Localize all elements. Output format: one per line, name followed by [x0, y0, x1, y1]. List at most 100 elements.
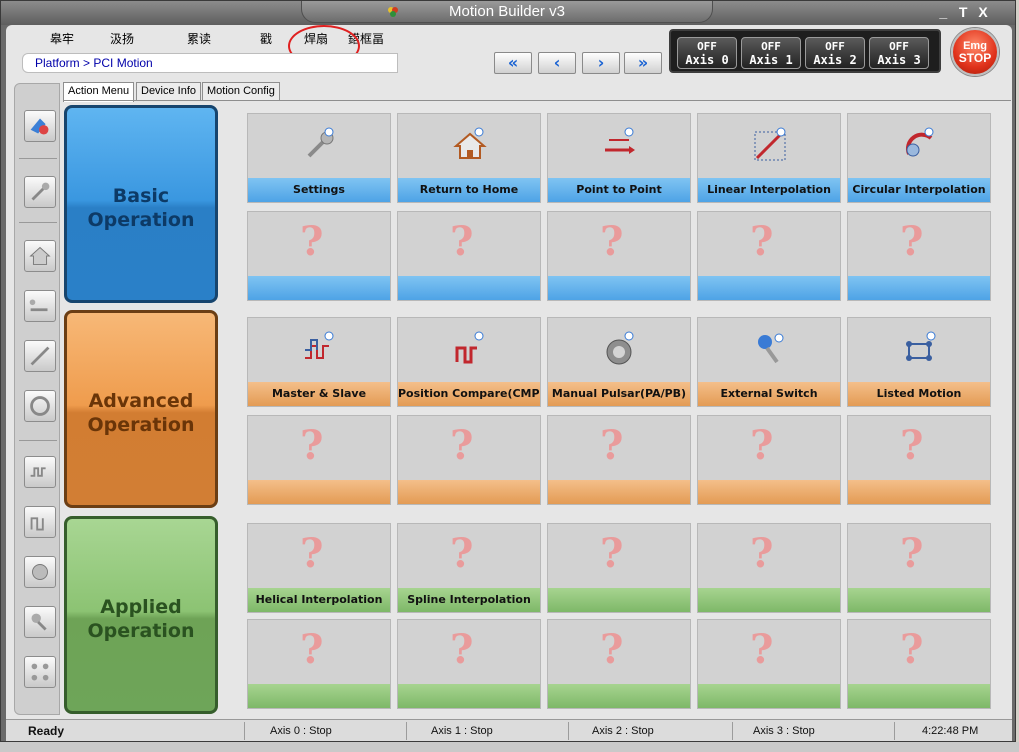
tile-master-slave-label: Master & Slave: [248, 382, 390, 406]
category-basic-operation[interactable]: Basic Operation: [64, 105, 218, 303]
tile-empty[interactable]: ?: [397, 211, 541, 301]
axis-1-label: Axis 1: [749, 53, 793, 67]
axis-0-state: OFF: [697, 40, 717, 53]
close-button[interactable]: X: [977, 4, 991, 20]
status-axis-1: Axis 1 : Stop: [431, 725, 493, 737]
axis-2-toggle[interactable]: OFF Axis 2: [805, 37, 865, 69]
nav-prev-button[interactable]: ‹: [538, 52, 576, 74]
axis-0-toggle[interactable]: OFF Axis 0: [677, 37, 737, 69]
maximize-button[interactable]: T: [957, 4, 971, 20]
window-controls: _ T X: [937, 4, 991, 20]
menu-item-5[interactable]: 焊扇: [304, 30, 328, 47]
category-applied-operation[interactable]: Applied Operation: [64, 516, 218, 714]
tile-empty[interactable]: ?: [547, 211, 691, 301]
sidebar-active-icon[interactable]: [24, 110, 56, 142]
tile-empty[interactable]: ?: [847, 415, 991, 505]
tab-device-info[interactable]: Device Info: [136, 82, 202, 100]
tile-empty[interactable]: ?: [697, 619, 841, 709]
tile-helical-interpolation[interactable]: ? Helical Interpolation: [247, 523, 391, 613]
tile-empty-bar: [548, 588, 690, 612]
main-window: Motion Builder v3 _ T X 皋牢 汲扬 累读 戳 焊扇 鍣框…: [0, 0, 1016, 742]
nav-last-button[interactable]: »: [624, 52, 662, 74]
tab-action-menu[interactable]: Action Menu: [63, 82, 135, 102]
question-mark-icon: ?: [450, 218, 474, 265]
sidebar-point-to-point-icon[interactable]: [24, 290, 56, 322]
sidebar-settings-icon[interactable]: [24, 176, 56, 208]
category-advanced-operation[interactable]: Advanced Operation: [64, 310, 218, 508]
window-title: Motion Builder v3: [449, 3, 565, 20]
tile-empty[interactable]: ?: [547, 619, 691, 709]
tile-spline-interpolation[interactable]: ? Spline Interpolation: [397, 523, 541, 613]
tile-listed-motion[interactable]: Listed Motion: [847, 317, 991, 407]
tile-linear-interpolation[interactable]: Linear Interpolation: [697, 113, 841, 203]
breadcrumb: Platform > PCI Motion: [22, 53, 398, 73]
menu-item-3[interactable]: 累读: [187, 30, 211, 47]
status-axis-0: Axis 0 : Stop: [270, 725, 332, 737]
tile-position-compare[interactable]: Position Compare(CMP): [397, 317, 541, 407]
question-mark-icon: ?: [900, 218, 924, 265]
sidebar-circular-icon[interactable]: [24, 390, 56, 422]
tile-empty[interactable]: ?: [847, 211, 991, 301]
tile-master-slave[interactable]: Master & Slave: [247, 317, 391, 407]
sidebar-home-icon[interactable]: [24, 240, 56, 272]
tile-empty-bar: [848, 684, 990, 708]
tile-circular-interpolation-label: Circular Interpolation: [848, 178, 990, 202]
menu-item-6[interactable]: 鍣框畐: [348, 30, 384, 47]
sidebar: [14, 83, 60, 715]
sidebar-manual-pulsar-icon[interactable]: [24, 556, 56, 588]
tab-underline: [63, 100, 1011, 101]
status-separator: [244, 722, 245, 740]
menu-item-2[interactable]: 汲扬: [110, 30, 134, 47]
tile-empty[interactable]: ?: [847, 523, 991, 613]
tile-empty[interactable]: ?: [547, 415, 691, 505]
tile-empty[interactable]: ?: [697, 415, 841, 505]
tile-point-to-point[interactable]: Point to Point: [547, 113, 691, 203]
sidebar-listed-motion-icon[interactable]: [24, 656, 56, 688]
tab-strip: Action Menu Device Info Motion Config: [63, 82, 1011, 102]
title-bar[interactable]: Motion Builder v3 _ T X: [1, 1, 1015, 25]
tile-empty-bar: [548, 480, 690, 504]
axis-3-state: OFF: [889, 40, 909, 53]
sidebar-separator: [19, 158, 57, 159]
status-separator: [568, 722, 569, 740]
menu-item-1[interactable]: 皋牢: [50, 30, 74, 47]
tile-empty[interactable]: ?: [847, 619, 991, 709]
sidebar-master-slave-icon[interactable]: [24, 456, 56, 488]
sidebar-compare-icon[interactable]: [24, 506, 56, 538]
menu-item-4[interactable]: 戳: [260, 30, 272, 47]
tile-empty-bar: [698, 276, 840, 300]
breadcrumb-text: Platform > PCI Motion: [35, 56, 153, 70]
question-mark-icon: ?: [900, 422, 924, 469]
tab-motion-config[interactable]: Motion Config: [202, 82, 280, 100]
point-to-point-icon: [605, 127, 635, 154]
home-icon: [453, 127, 487, 159]
tile-return-to-home[interactable]: Return to Home: [397, 113, 541, 203]
tile-empty-bar: [548, 276, 690, 300]
tile-empty[interactable]: ?: [397, 619, 541, 709]
axis-1-toggle[interactable]: OFF Axis 1: [741, 37, 801, 69]
tile-empty[interactable]: ?: [547, 523, 691, 613]
tile-empty[interactable]: ?: [247, 415, 391, 505]
tile-empty[interactable]: ?: [397, 415, 541, 505]
tile-empty-bar: [848, 276, 990, 300]
axis-3-toggle[interactable]: OFF Axis 3: [869, 37, 929, 69]
question-mark-icon: ?: [450, 422, 474, 469]
linear-interpolation-icon: [754, 127, 786, 161]
axis-2-state: OFF: [825, 40, 845, 53]
question-mark-icon: ?: [600, 530, 624, 577]
nav-first-button[interactable]: «: [494, 52, 532, 74]
tile-empty[interactable]: ?: [697, 211, 841, 301]
sidebar-external-switch-icon[interactable]: [24, 606, 56, 638]
tile-external-switch[interactable]: External Switch: [697, 317, 841, 407]
nav-next-button[interactable]: ›: [582, 52, 620, 74]
tile-empty[interactable]: ?: [697, 523, 841, 613]
tile-empty[interactable]: ?: [247, 619, 391, 709]
tile-circular-interpolation[interactable]: Circular Interpolation: [847, 113, 991, 203]
tile-manual-pulsar[interactable]: Manual Pulsar(PA/PB): [547, 317, 691, 407]
listed-motion-icon: [906, 331, 936, 361]
emergency-stop-button[interactable]: Emg STOP: [951, 28, 999, 76]
sidebar-linear-icon[interactable]: [24, 340, 56, 372]
tile-settings[interactable]: Settings: [247, 113, 391, 203]
minimize-button[interactable]: _: [937, 4, 951, 20]
tile-empty[interactable]: ?: [247, 211, 391, 301]
